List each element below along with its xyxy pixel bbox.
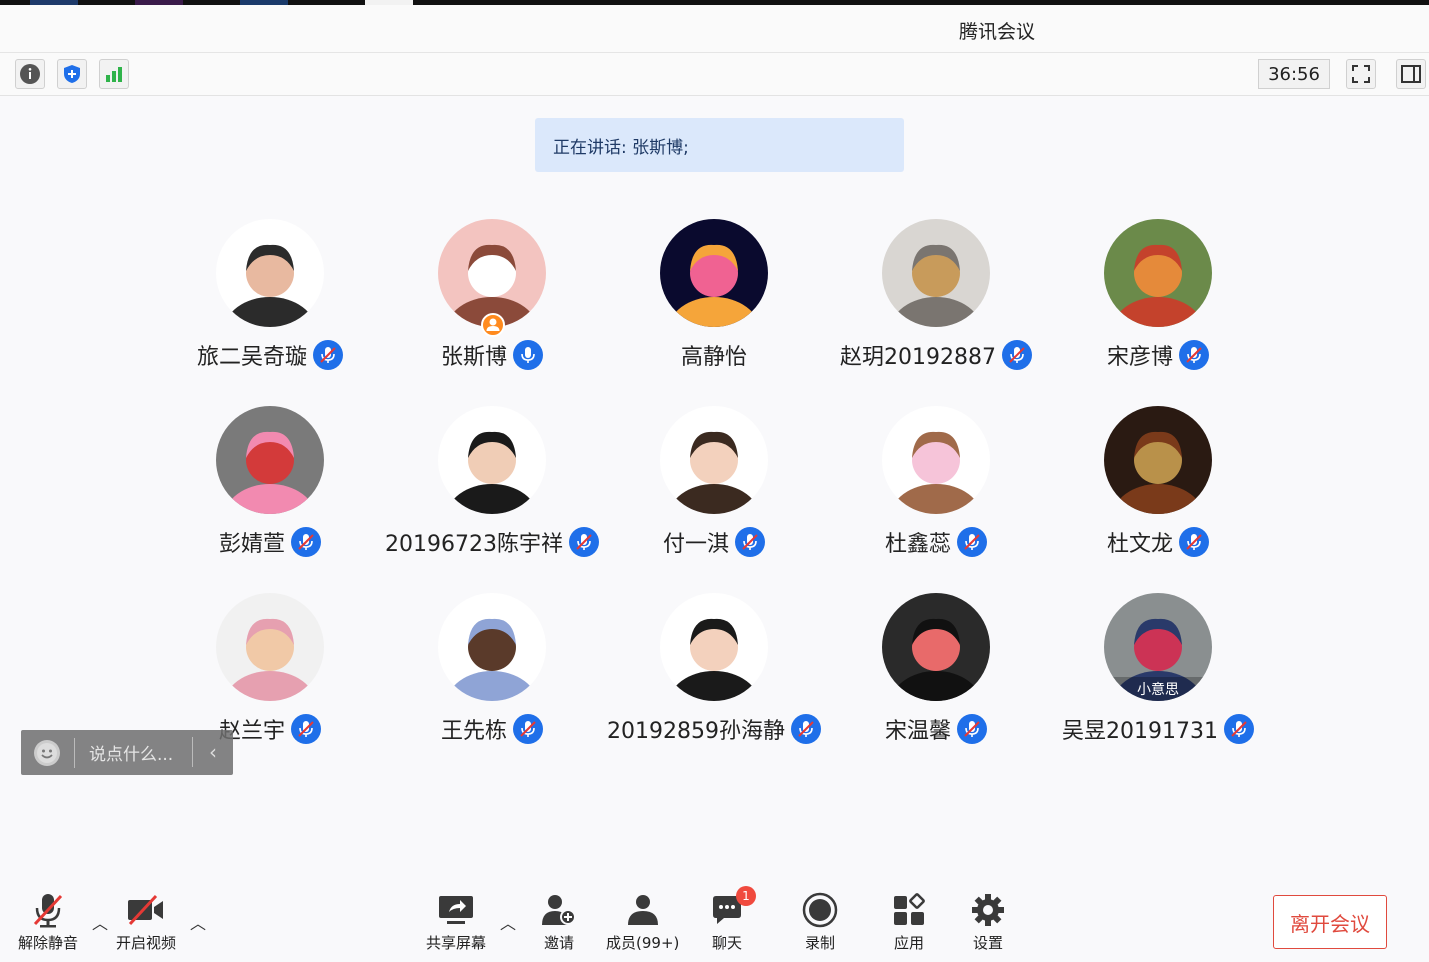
participant-avatar bbox=[438, 593, 546, 701]
participant-name: 杜鑫蕊 bbox=[884, 532, 951, 557]
meeting-toolbar: 36:56 bbox=[0, 53, 1429, 96]
share-screen-icon bbox=[439, 896, 473, 924]
audio-options-caret-icon[interactable]: ︿ bbox=[92, 910, 108, 934]
network-button[interactable] bbox=[99, 59, 129, 89]
chat-button[interactable]: 1 聊天 bbox=[710, 886, 756, 953]
divider bbox=[192, 737, 193, 767]
shield-icon bbox=[64, 65, 80, 83]
signal-bars-icon bbox=[106, 67, 122, 82]
record-icon bbox=[802, 892, 838, 928]
participant-name: 王先栋 bbox=[440, 719, 507, 744]
mic-muted-icon bbox=[1179, 527, 1209, 557]
collapse-chevron-icon[interactable]: ‹ bbox=[209, 740, 217, 764]
participant-avatar bbox=[882, 593, 990, 701]
mic-muted-icon bbox=[735, 527, 765, 557]
participant-avatar bbox=[882, 406, 990, 514]
apps-grid-icon bbox=[894, 893, 925, 925]
mic-muted-icon bbox=[291, 714, 321, 744]
security-button[interactable] bbox=[57, 59, 87, 89]
fullscreen-icon bbox=[1352, 65, 1370, 83]
participant-avatar: 小意思 bbox=[1104, 593, 1212, 701]
participant-avatar bbox=[438, 406, 546, 514]
participant-name: 赵玥20192887 bbox=[840, 345, 996, 370]
mic-muted-icon bbox=[513, 714, 543, 744]
bottom-control-bar: 解除静音 ︿ 开启视频 ︿ 共享屏幕 ︿ 邀请 成员(99+) 1 聊天 录制 … bbox=[0, 880, 1429, 962]
participant-tile[interactable]: 宋彦博 bbox=[1048, 219, 1268, 389]
invite-button[interactable]: 邀请 bbox=[540, 890, 578, 953]
participant-avatar bbox=[660, 219, 768, 327]
participant-avatar bbox=[216, 406, 324, 514]
mic-muted-icon bbox=[957, 714, 987, 744]
mic-muted-icon bbox=[957, 527, 987, 557]
emoji-icon[interactable] bbox=[34, 739, 60, 766]
participant-avatar bbox=[438, 219, 546, 327]
members-icon bbox=[627, 895, 658, 925]
host-user-icon bbox=[481, 313, 505, 337]
participant-name: 付一淇 bbox=[662, 532, 729, 557]
info-icon bbox=[20, 64, 40, 84]
participant-name: 彭婧萱 bbox=[218, 532, 285, 557]
chat-placeholder: 说点什么... bbox=[89, 745, 174, 765]
participant-name-row: 杜文龙 bbox=[988, 526, 1328, 558]
unmute-button[interactable]: 解除静音 bbox=[18, 890, 78, 953]
participant-name: 20196723陈宇祥 bbox=[385, 532, 563, 557]
start-video-button[interactable]: 开启视频 bbox=[116, 890, 176, 953]
window-title: 腾讯会议 bbox=[958, 21, 1035, 43]
participant-avatar bbox=[882, 219, 990, 327]
settings-button[interactable]: 设置 bbox=[970, 890, 1006, 953]
members-button[interactable]: 成员(99+) bbox=[606, 890, 679, 953]
camera-off-icon bbox=[128, 894, 163, 926]
participant-avatar bbox=[1104, 219, 1212, 327]
participant-name: 宋彦博 bbox=[1106, 345, 1173, 370]
participant-name: 张斯博 bbox=[440, 345, 507, 370]
participant-name: 旅二吴奇璇 bbox=[196, 345, 307, 370]
participant-name: 杜文龙 bbox=[1106, 532, 1173, 557]
participant-name: 吴昱20191731 bbox=[1062, 719, 1218, 744]
chat-quick-input[interactable]: 说点什么... ‹ bbox=[21, 730, 233, 775]
participant-tile[interactable]: 杜文龙 bbox=[1048, 406, 1268, 576]
video-options-caret-icon[interactable]: ︿ bbox=[190, 910, 206, 934]
sidebar-toggle-button[interactable] bbox=[1396, 59, 1426, 89]
participant-name: 宋温馨 bbox=[884, 719, 951, 744]
gear-icon bbox=[972, 894, 1004, 926]
meeting-timer: 36:56 bbox=[1258, 59, 1330, 89]
mic-muted-icon bbox=[33, 894, 63, 928]
record-button[interactable]: 录制 bbox=[802, 890, 838, 953]
leave-meeting-button[interactable]: 离开会议 bbox=[1273, 895, 1387, 949]
avatar-overlay-text: 小意思 bbox=[1137, 681, 1179, 698]
participant-name-row: 吴昱20191731 bbox=[988, 713, 1328, 745]
mic-muted-icon bbox=[1223, 714, 1254, 744]
participant-name: 20192859孙海静 bbox=[607, 719, 785, 744]
share-screen-button[interactable]: 共享屏幕 bbox=[426, 890, 486, 953]
participant-tile[interactable]: 小意思吴昱20191731 bbox=[1048, 593, 1268, 763]
title-bar: 腾讯会议 bbox=[0, 5, 1429, 53]
sidebar-panel-icon bbox=[1401, 65, 1421, 83]
add-user-icon bbox=[542, 895, 576, 925]
participant-avatar bbox=[660, 593, 768, 701]
fullscreen-button[interactable] bbox=[1346, 59, 1376, 89]
chat-unread-badge: 1 bbox=[736, 886, 756, 906]
share-options-caret-icon[interactable]: ︿ bbox=[500, 910, 516, 934]
participant-name: 高静怡 bbox=[680, 345, 747, 370]
apps-button[interactable]: 应用 bbox=[892, 890, 926, 953]
participant-avatar bbox=[216, 593, 324, 701]
participant-avatar bbox=[216, 219, 324, 327]
mic-muted-icon bbox=[291, 527, 321, 557]
participant-avatar bbox=[660, 406, 768, 514]
participant-name-row: 宋彦博 bbox=[988, 339, 1328, 371]
mic-active-icon bbox=[513, 340, 543, 370]
divider bbox=[74, 737, 75, 768]
mic-muted-icon bbox=[1179, 340, 1209, 370]
participant-avatar bbox=[1104, 406, 1212, 514]
info-button[interactable] bbox=[15, 59, 45, 89]
speaking-indicator: 正在讲话: 张斯博; bbox=[535, 118, 904, 172]
